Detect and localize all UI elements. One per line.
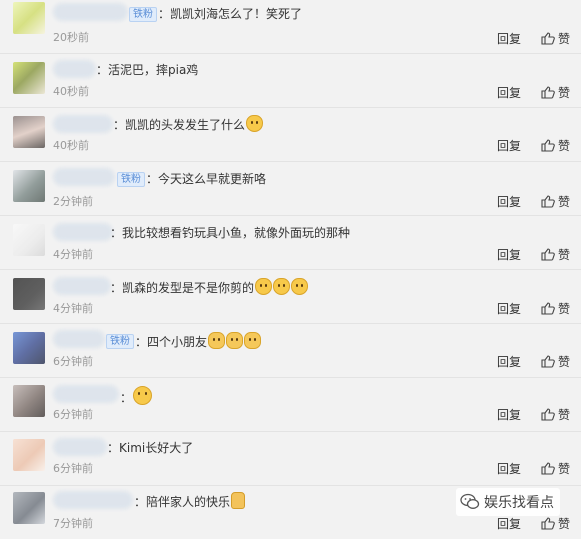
comment-text: ： (120, 386, 153, 406)
thumbs-up-icon (541, 86, 555, 99)
username-blurred[interactable] (53, 115, 113, 133)
comment-text: ：我比较想看钓玩具小鱼，就像外面玩的那种 (110, 226, 351, 240)
avatar[interactable] (13, 62, 45, 94)
comment-text: ：凯凯刘海怎么了！笑死了 (158, 7, 303, 21)
comment-row: ：我比较想看钓玩具小鱼，就像外面玩的那种 4分钟前 回复 赞 (0, 216, 581, 270)
watermark: 娱乐找看点 (456, 488, 560, 516)
reply-button[interactable]: 回复 (497, 300, 521, 317)
username-blurred[interactable] (53, 491, 133, 509)
wechat-icon (460, 493, 480, 509)
thumbs-up-emoji-icon (231, 492, 246, 509)
like-button[interactable]: 赞 (541, 246, 570, 263)
cat-emoji-icon (246, 115, 264, 132)
comment-row: 铁粉 ：凯凯刘海怎么了！笑死了 20秒前 回复 赞 (0, 0, 581, 54)
comment-text: ：四个小朋友 (135, 332, 262, 350)
reply-button[interactable]: 回复 (497, 193, 521, 210)
username-blurred[interactable] (53, 330, 105, 348)
comment-time: 20秒前 (53, 31, 89, 44)
username-blurred[interactable] (53, 223, 113, 241)
comment-time: 6分钟前 (53, 462, 93, 475)
comment-time: 2分钟前 (53, 195, 93, 208)
reply-button[interactable]: 回复 (497, 460, 521, 477)
comment-time: 6分钟前 (53, 408, 93, 421)
like-button[interactable]: 赞 (541, 137, 570, 154)
username-blurred[interactable] (53, 438, 107, 456)
like-button[interactable]: 赞 (541, 406, 570, 423)
comment-time: 4分钟前 (53, 248, 93, 261)
avatar[interactable] (13, 116, 45, 148)
comment-list: 铁粉 ：凯凯刘海怎么了！笑死了 20秒前 回复 赞 ：活泥巴，摔pia鸡 40秒… (0, 0, 581, 539)
cat-emoji-icon (273, 278, 291, 295)
comment-time: 6分钟前 (53, 355, 93, 368)
fan-badge: 铁粉 (117, 172, 145, 187)
thumbs-up-icon (541, 139, 555, 152)
thumbs-up-icon (541, 32, 555, 45)
thumbs-up-icon (541, 195, 555, 208)
comment-text: ：凯森的发型是不是你剪的 (110, 278, 309, 296)
watermark-text: 娱乐找看点 (484, 495, 554, 511)
reply-button[interactable]: 回复 (497, 246, 521, 263)
reply-button[interactable]: 回复 (497, 406, 521, 423)
avatar[interactable] (13, 170, 45, 202)
reply-button[interactable]: 回复 (497, 30, 521, 47)
comment-text: ：活泥巴，摔pia鸡 (96, 63, 199, 77)
like-button[interactable]: 赞 (541, 300, 570, 317)
cat-emoji-icon (255, 278, 273, 295)
thumbs-up-icon (541, 355, 555, 368)
comment-row: ：Kimi长好大了 6分钟前 回复 赞 (0, 432, 581, 486)
comment-row: ：活泥巴，摔pia鸡 40秒前 回复 赞 (0, 54, 581, 108)
thumbs-up-icon (541, 517, 555, 530)
avatar[interactable] (13, 385, 45, 417)
comment-text: ：Kimi长好大了 (107, 441, 194, 455)
username-blurred[interactable] (53, 168, 115, 186)
avatar[interactable] (13, 224, 45, 256)
comment-row: ：凯凯的头发发生了什么 40秒前 回复 赞 (0, 108, 581, 162)
comment-row: ：凯森的发型是不是你剪的 4分钟前 回复 赞 (0, 270, 581, 324)
comment-row: ： 6分钟前 回复 赞 (0, 378, 581, 432)
like-button[interactable]: 赞 (541, 193, 570, 210)
comment-time: 7分钟前 (53, 517, 93, 530)
comment-time: 4分钟前 (53, 302, 93, 315)
comment-row: 铁粉 ：四个小朋友 6分钟前 回复 赞 (0, 324, 581, 378)
clapping-hands-emoji-icon (244, 332, 262, 349)
reply-button[interactable]: 回复 (497, 353, 521, 370)
comment-text: ：陪伴家人的快乐 (134, 492, 246, 510)
like-button[interactable]: 赞 (541, 84, 570, 101)
comment-text: ：今天这么早就更新咯 (146, 172, 267, 186)
avatar[interactable] (13, 278, 45, 310)
like-button[interactable]: 赞 (541, 515, 570, 532)
fan-badge: 铁粉 (129, 7, 157, 22)
thumbs-up-icon (541, 302, 555, 315)
reply-button[interactable]: 回复 (497, 84, 521, 101)
comment-text: ：凯凯的头发发生了什么 (113, 115, 264, 133)
avatar[interactable] (13, 332, 45, 364)
username-blurred[interactable] (53, 60, 96, 78)
thumbs-up-icon (541, 408, 555, 421)
thumbs-up-icon (541, 248, 555, 261)
avatar[interactable] (13, 2, 45, 34)
username-blurred[interactable] (53, 277, 111, 295)
reply-button[interactable]: 回复 (497, 137, 521, 154)
like-button[interactable]: 赞 (541, 353, 570, 370)
clapping-hands-emoji-icon (226, 332, 244, 349)
like-button[interactable]: 赞 (541, 460, 570, 477)
fan-badge: 铁粉 (106, 334, 134, 349)
avatar[interactable] (13, 439, 45, 471)
like-button[interactable]: 赞 (541, 30, 570, 47)
comment-time: 40秒前 (53, 139, 89, 152)
clapping-hands-emoji-icon (208, 332, 226, 349)
thumbs-up-icon (541, 462, 555, 475)
username-blurred[interactable] (53, 3, 128, 21)
comment-row: 铁粉 ：今天这么早就更新咯 2分钟前 回复 赞 (0, 162, 581, 216)
comment-time: 40秒前 (53, 85, 89, 98)
avatar[interactable] (13, 492, 45, 524)
reply-button[interactable]: 回复 (497, 515, 521, 532)
username-blurred[interactable] (53, 385, 119, 403)
cat-emoji-icon (291, 278, 309, 295)
smile-emoji-icon (133, 386, 153, 405)
